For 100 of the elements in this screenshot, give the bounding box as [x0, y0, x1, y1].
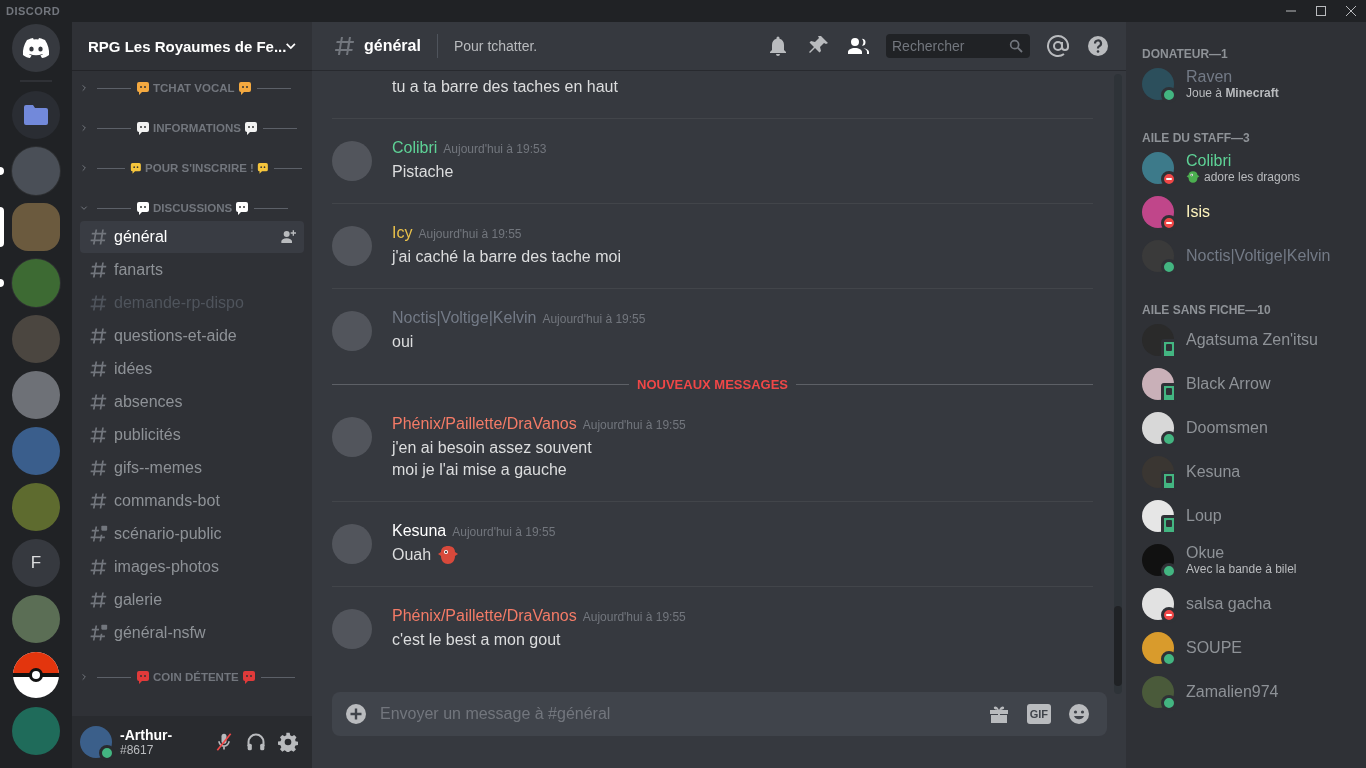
channel-item[interactable]: absences [80, 386, 304, 418]
server-button[interactable] [12, 651, 60, 699]
category-label[interactable]: DISCUSSIONS [153, 202, 233, 214]
server-avatar[interactable] [12, 707, 60, 755]
author-name[interactable]: Phénix/Paillette/DraVanos [392, 607, 577, 625]
timestamp: Aujourd'hui à 19:53 [443, 142, 547, 156]
new-messages-label: NOUVEAUX MESSAGES [637, 376, 788, 392]
server-avatar[interactable] [12, 483, 60, 531]
server-avatar[interactable] [12, 427, 60, 475]
member-name: Kesuna [1186, 463, 1241, 481]
hash-icon [88, 326, 108, 346]
channel-item[interactable]: fanarts [80, 254, 304, 286]
member-item[interactable]: Okue Avec la bande à bilel [1134, 538, 1366, 582]
emoji-button[interactable] [1067, 702, 1091, 726]
hash-icon [88, 557, 108, 577]
search-field[interactable]: Rechercher [892, 38, 1004, 54]
channel-item[interactable]: images-photos [80, 551, 304, 583]
member-item[interactable]: Black Arrow [1134, 362, 1366, 406]
emoji-icon [241, 670, 256, 684]
message-text: j'en ai besoin assez souvent [392, 438, 592, 458]
message-text: tu a ta barre des taches en haut [392, 77, 618, 97]
category-label[interactable]: POUR S'INSCRIRE ! [145, 162, 254, 174]
message-text: Ouah [392, 545, 432, 565]
member-item[interactable]: Loup [1134, 494, 1366, 538]
user-avatar [1142, 632, 1174, 664]
hash-icon [88, 458, 108, 478]
category-label[interactable]: TCHAT VOCAL [153, 82, 235, 94]
user-avatar [332, 417, 372, 457]
logo-icon [22, 38, 50, 58]
gif-button[interactable]: GIF [1026, 704, 1051, 724]
member-item[interactable]: Agatsuma Zen'itsu [1134, 318, 1366, 362]
home-button[interactable] [12, 24, 60, 72]
author-name[interactable]: Colibri [392, 139, 438, 157]
member-item[interactable]: Zamalien974 [1134, 670, 1366, 714]
member-item[interactable]: Colibri adore les dragons [1134, 146, 1366, 190]
server-avatar[interactable] [12, 203, 60, 251]
server-avatar[interactable] [12, 595, 60, 643]
close-icon [1346, 6, 1356, 16]
user-avatar [332, 141, 372, 181]
author-name[interactable]: Icy [392, 224, 413, 242]
group-header: AILE SANS FICHE—10 [1141, 302, 1272, 318]
restricted-channel-icon [88, 623, 108, 643]
member-item[interactable]: Kesuna [1134, 450, 1366, 494]
help-icon[interactable] [1086, 34, 1110, 58]
timestamp: Aujourd'hui à 19:55 [542, 312, 646, 326]
add-member-icon[interactable] [280, 229, 296, 245]
member-item[interactable]: Doomsmen [1134, 406, 1366, 450]
member-name: Isis [1186, 203, 1210, 221]
server-header[interactable]: RPG Les Royaumes de Fe... [72, 22, 312, 70]
channel-item[interactable]: commands-bot [80, 485, 304, 517]
author-name[interactable]: Kesuna [392, 522, 447, 540]
emoji-icon [136, 81, 150, 95]
timestamp: Aujourd'hui à 19:55 [452, 525, 556, 539]
category-label[interactable]: COIN DÉTENTE [153, 671, 239, 683]
channel-item[interactable]: gifs--memes [80, 452, 304, 484]
member-item[interactable]: SOUPE [1134, 626, 1366, 670]
message-text: c'est le best a mon gout [392, 630, 561, 650]
channel-item[interactable]: questions-et-aide [80, 320, 304, 352]
hash-icon [88, 491, 108, 511]
user-avatar [1142, 676, 1174, 708]
message-text: j'ai caché la barre des tache moi [392, 247, 621, 267]
hash-icon [88, 227, 108, 247]
member-name: Noctis|Voltige|Kelvin [1186, 247, 1331, 265]
user-avatar [332, 226, 372, 266]
member-item[interactable]: salsa gacha [1134, 582, 1366, 626]
member-item[interactable]: Raven Joue à Minecraft [1134, 62, 1366, 106]
channel-item[interactable]: scénario-public [80, 518, 304, 550]
channel-item[interactable]: publicités [80, 419, 304, 451]
category-label[interactable]: INFORMATIONS [153, 122, 241, 134]
emoji-icon [256, 161, 269, 175]
folder-button[interactable] [12, 91, 60, 139]
server-button[interactable]: F [12, 539, 60, 587]
settings-icon [278, 732, 298, 752]
channel-item[interactable]: galerie [80, 584, 304, 616]
user-avatar [332, 524, 372, 564]
server-avatar[interactable] [12, 259, 60, 307]
timestamp: Aujourd'hui à 19:55 [582, 418, 686, 432]
member-item[interactable]: Isis [1134, 190, 1366, 234]
member-name: Agatsuma Zen'itsu [1186, 331, 1318, 349]
restricted-channel-icon [88, 524, 108, 544]
member-item[interactable]: Noctis|Voltige|Kelvin [1134, 234, 1366, 278]
channel-topic: Pour tchatter. [453, 38, 539, 54]
timestamp: Aujourd'hui à 19:55 [418, 227, 522, 241]
member-activity: Joue à Minecraft [1186, 86, 1279, 100]
hash-icon [88, 293, 108, 313]
channel-title: général [364, 37, 421, 55]
channel-item[interactable]: idées [80, 353, 304, 385]
channel-item[interactable]: général-nsfw [80, 617, 304, 649]
mention-icon[interactable] [1046, 34, 1070, 58]
search-bar[interactable]: Rechercher [886, 34, 1030, 58]
user-avatar [1142, 412, 1174, 444]
hash-icon [332, 34, 356, 58]
folder-icon [24, 105, 48, 125]
server-avatar[interactable] [12, 371, 60, 419]
channel-item[interactable]: général [80, 221, 304, 253]
emoji-icon [130, 161, 143, 175]
author-name[interactable]: Phénix/Paillette/DraVanos [392, 415, 577, 433]
upload-button[interactable] [344, 702, 368, 726]
author-name[interactable]: Noctis|Voltige|Kelvin [392, 309, 537, 327]
maximize-icon [1316, 6, 1326, 16]
